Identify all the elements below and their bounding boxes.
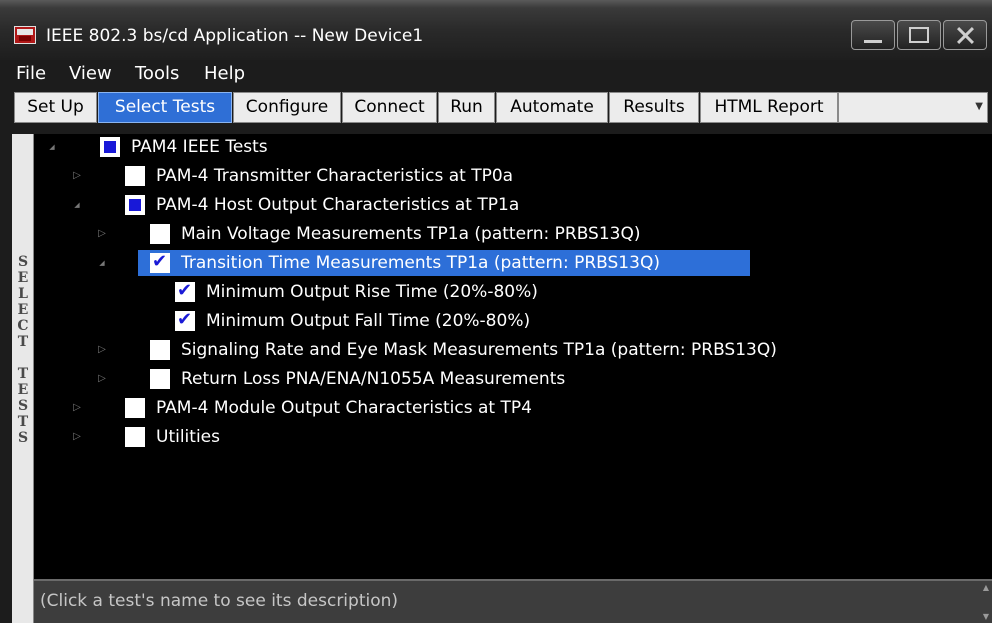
select-tests-panel: SELECT TESTS ◢ PAM4 IEEE Tests ▷ PAM-4 Tran… (12, 134, 992, 623)
tree-row[interactable]: ▷ PAM-4 Module Output Characteristics at … (34, 395, 992, 421)
title-bar[interactable]: IEEE 802.3 bs/cd Application -- New Devi… (0, 0, 992, 60)
tree-row[interactable]: ◢ Transition Time Measurements TP1a (patt… (99, 249, 750, 276)
test-label[interactable]: Minimum Output Fall Time (20%-80%) (206, 308, 530, 334)
test-label[interactable]: Signaling Rate and Eye Mask Measurements… (181, 337, 777, 363)
close-icon[interactable] (943, 20, 987, 50)
collapsed-arrow-icon[interactable]: ▷ (96, 337, 108, 363)
tab-html-report[interactable]: HTML Report (700, 92, 838, 123)
menu-help[interactable]: Help (204, 60, 245, 88)
menu-view[interactable]: View (69, 60, 112, 88)
tree-row[interactable]: Minimum Output Rise Time (20%-80%) (34, 278, 992, 305)
test-label[interactable]: Return Loss PNA/ENA/N1055A Measurements (181, 366, 565, 392)
test-checkbox[interactable] (125, 398, 145, 418)
tree-row[interactable]: ▷ Main Voltage Measurements TP1a (pattern… (34, 221, 992, 247)
collapsed-arrow-icon[interactable]: ▷ (71, 163, 83, 189)
test-checkbox[interactable] (100, 137, 120, 157)
tab-automate[interactable]: Automate (496, 92, 608, 123)
test-label[interactable]: PAM-4 Module Output Characteristics at T… (156, 395, 532, 421)
tree-row[interactable]: ▷ Signaling Rate and Eye Mask Measurement… (34, 337, 992, 363)
tab-results[interactable]: Results (609, 92, 699, 123)
test-checkbox[interactable] (125, 195, 145, 215)
description-text: (Click a test's name to see its descript… (40, 591, 399, 611)
tab-run[interactable]: Run (438, 92, 495, 123)
test-checkbox[interactable] (175, 278, 195, 304)
collapsed-arrow-icon[interactable]: ▷ (96, 221, 108, 247)
test-label[interactable]: Transition Time Measurements TP1a (patte… (181, 250, 660, 276)
test-label[interactable]: PAM4 IEEE Tests (131, 134, 268, 160)
test-checkbox[interactable] (150, 224, 170, 244)
app-window: IEEE 802.3 bs/cd Application -- New Devi… (0, 0, 992, 623)
side-strip: SELECT TESTS (12, 134, 34, 623)
tree-row[interactable]: Minimum Output Fall Time (20%-80%) (34, 307, 992, 334)
tab-set-up[interactable]: Set Up (14, 92, 97, 123)
scroll-down-icon[interactable]: ▼ (980, 612, 992, 621)
collapsed-arrow-icon[interactable]: ▷ (71, 395, 83, 421)
tab-configure[interactable]: Configure (233, 92, 341, 123)
window-title: IEEE 802.3 bs/cd Application -- New Devi… (46, 26, 424, 46)
tab-strip-filler: ▼ (838, 92, 988, 123)
test-checkbox[interactable] (125, 166, 145, 186)
description-panel: (Click a test's name to see its descript… (34, 579, 992, 623)
collapsed-arrow-icon[interactable]: ▷ (71, 424, 83, 450)
tab-bar: Set Up Select Tests Configure Connect Ru… (0, 88, 992, 124)
tree-row[interactable]: ◢ PAM-4 Host Output Characteristics at TP… (34, 192, 992, 218)
test-label[interactable]: Utilities (156, 424, 220, 450)
expanded-arrow-icon[interactable]: ◢ (46, 134, 58, 160)
test-checkbox[interactable] (150, 369, 170, 389)
tree-row[interactable]: ▷ Return Loss PNA/ENA/N1055A Measurements (34, 366, 992, 392)
test-checkbox[interactable] (125, 427, 145, 447)
maximize-icon[interactable] (897, 20, 941, 50)
test-label[interactable]: PAM-4 Transmitter Characteristics at TP0… (156, 163, 513, 189)
description-scrollbar[interactable]: ▲ ▼ (980, 581, 992, 623)
app-icon (14, 26, 36, 44)
menu-tools[interactable]: Tools (135, 60, 179, 88)
scroll-up-icon[interactable]: ▲ (980, 583, 992, 592)
menu-file[interactable]: File (16, 60, 46, 88)
tab-connect[interactable]: Connect (342, 92, 437, 123)
test-label[interactable]: Minimum Output Rise Time (20%-80%) (206, 279, 538, 305)
test-label[interactable]: PAM-4 Host Output Characteristics at TP1… (156, 192, 519, 218)
expanded-arrow-icon[interactable]: ◢ (71, 192, 83, 218)
tree-row[interactable]: ▷ PAM-4 Transmitter Characteristics at TP… (34, 163, 992, 189)
test-tree: ◢ PAM4 IEEE Tests ▷ PAM-4 Transmitter Chara… (34, 134, 992, 579)
test-checkbox[interactable] (150, 249, 170, 275)
minimize-icon[interactable] (851, 20, 895, 50)
menu-bar: File View Tools Help (0, 60, 992, 88)
test-label[interactable]: Main Voltage Measurements TP1a (pattern:… (181, 221, 641, 247)
test-checkbox[interactable] (175, 307, 195, 333)
test-checkbox[interactable] (150, 340, 170, 360)
collapsed-arrow-icon[interactable]: ▷ (96, 366, 108, 392)
tree-row[interactable]: ▷ Utilities (34, 424, 992, 450)
tree-row[interactable]: ◢ PAM4 IEEE Tests (34, 134, 992, 160)
tab-dropdown-icon[interactable]: ▼ (975, 101, 983, 112)
side-strip-label: SELECT TESTS (17, 254, 29, 446)
expanded-arrow-icon[interactable]: ◢ (96, 250, 108, 276)
tab-select-tests[interactable]: Select Tests (98, 92, 232, 123)
